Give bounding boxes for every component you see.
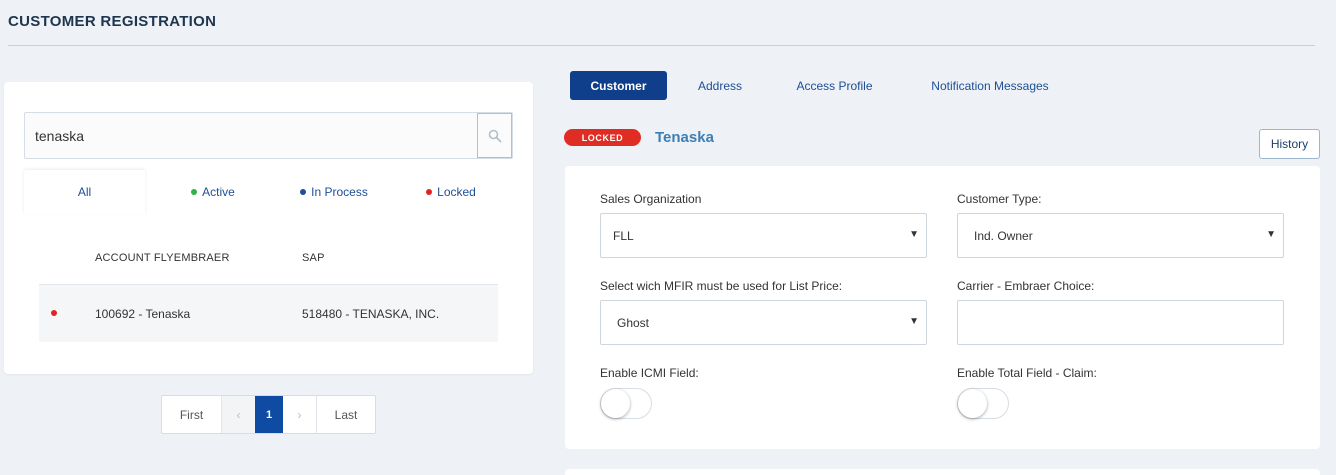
page-last-button[interactable]: Last	[317, 396, 375, 433]
sales-org-label: Sales Organization	[600, 192, 702, 206]
total-claim-toggle[interactable]	[957, 388, 1009, 419]
carrier-label: Carrier - Embraer Choice:	[957, 279, 1095, 293]
status-filter-tabs: All Active In Process Locked	[24, 170, 513, 214]
customer-type-select[interactable]: Ind. Owner ▼	[957, 213, 1284, 258]
caret-down-icon: ▼	[1266, 229, 1276, 240]
column-header-sap: SAP	[302, 252, 325, 264]
page-number-button[interactable]: 1	[255, 396, 283, 433]
tab-address[interactable]: Address	[686, 71, 754, 100]
search-button[interactable]	[477, 113, 512, 158]
customer-search-panel: tenaska All Active In Process Locked ACC…	[4, 82, 533, 374]
filter-tab-label: All	[77, 185, 92, 199]
in-process-dot-icon	[300, 189, 307, 195]
sales-org-select[interactable]: FLL ▼	[600, 213, 927, 258]
customer-type-label: Customer Type:	[957, 192, 1042, 206]
filter-tab-in-process[interactable]: In Process	[286, 170, 382, 214]
table-row[interactable]: 100692 - Tenaska 518480 - TENASKA, INC.	[39, 284, 498, 342]
sap-cell: 518480 - TENASKA, INC.	[302, 307, 440, 321]
mfir-value: Ghost	[617, 316, 650, 330]
tab-notification-messages[interactable]: Notification Messages	[915, 71, 1065, 100]
page-first-button[interactable]: First	[162, 396, 222, 433]
search-input[interactable]: tenaska	[24, 112, 513, 159]
page-title: CUSTOMER REGISTRATION	[8, 13, 217, 30]
sales-org-value: FLL	[613, 229, 634, 243]
customer-form: Sales Organization FLL ▼ Customer Type: …	[565, 166, 1320, 449]
next-section-card	[565, 469, 1320, 475]
filter-tab-label: In Process	[311, 185, 368, 199]
tab-customer[interactable]: Customer	[570, 71, 667, 100]
status-badge: LOCKED	[564, 129, 641, 146]
toggle-knob	[958, 389, 987, 418]
locked-status-dot-icon	[51, 310, 57, 316]
history-button[interactable]: History	[1259, 129, 1320, 159]
filter-tab-active[interactable]: Active	[172, 170, 254, 214]
search-icon	[488, 129, 501, 142]
mfir-select[interactable]: Ghost ▼	[600, 300, 927, 345]
toggle-knob	[601, 389, 630, 418]
icmi-toggle[interactable]	[600, 388, 652, 419]
filter-tab-locked[interactable]: Locked	[416, 170, 486, 214]
active-dot-icon	[191, 189, 198, 195]
filter-tab-all[interactable]: All	[24, 170, 145, 214]
tab-access-profile[interactable]: Access Profile	[783, 71, 886, 100]
title-divider	[8, 45, 1315, 46]
customer-type-value: Ind. Owner	[974, 229, 1033, 243]
search-input-value[interactable]: tenaska	[35, 128, 84, 144]
caret-down-icon: ▼	[909, 316, 919, 327]
total-claim-label: Enable Total Field - Claim:	[957, 366, 1097, 380]
mfir-label: Select wich MFIR must be used for List P…	[600, 279, 843, 293]
page-next-button[interactable]: ›	[283, 396, 317, 433]
carrier-input[interactable]	[957, 300, 1284, 345]
locked-dot-icon	[426, 189, 433, 195]
account-cell: 100692 - Tenaska	[95, 307, 191, 321]
filter-tab-label: Active	[202, 185, 235, 199]
filter-tab-label: Locked	[437, 185, 476, 199]
pagination: First ‹ 1 › Last	[161, 395, 376, 434]
column-header-account: ACCOUNT FLYEMBRAER	[95, 252, 230, 264]
caret-down-icon: ▼	[909, 229, 919, 240]
customer-name: Tenaska	[655, 129, 714, 146]
icmi-label: Enable ICMI Field:	[600, 366, 699, 380]
page-prev-button[interactable]: ‹	[222, 396, 255, 433]
